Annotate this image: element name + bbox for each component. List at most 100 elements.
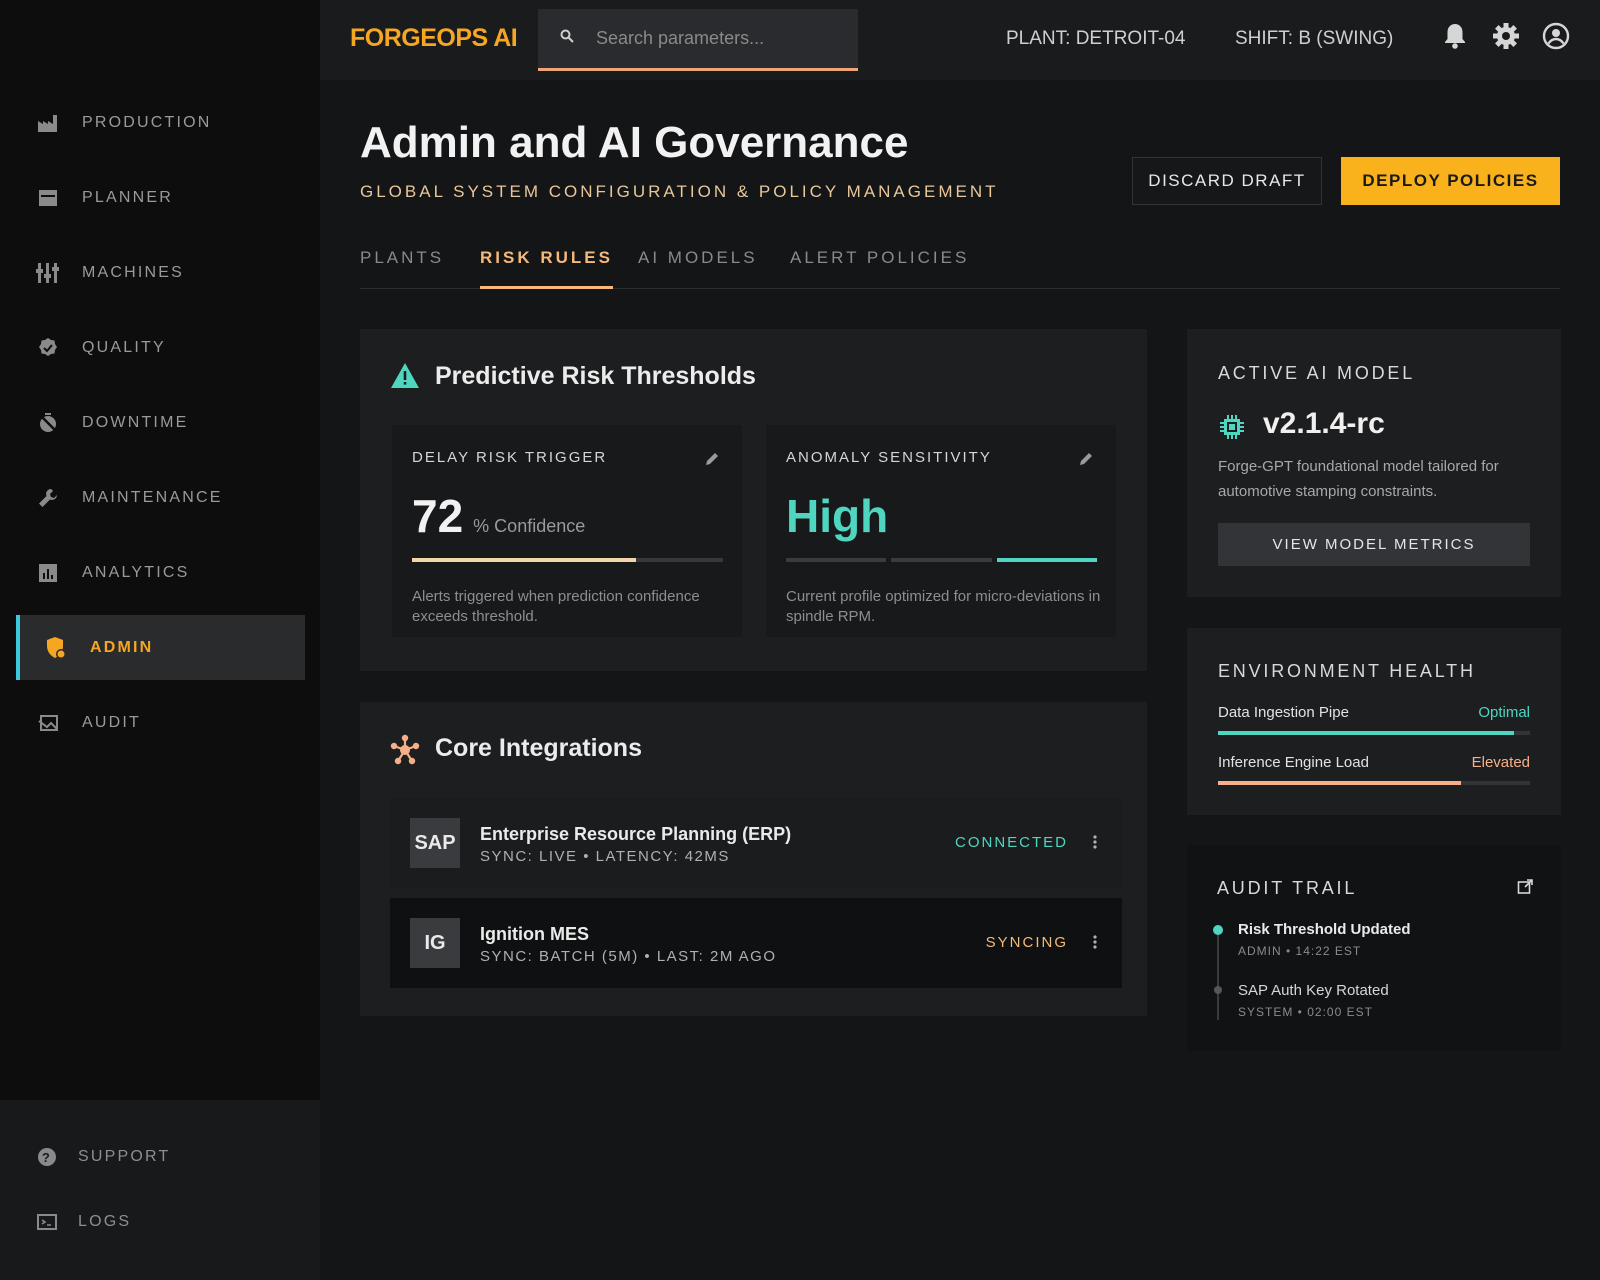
calendar-icon (36, 186, 60, 210)
audit-item-meta: SYSTEM • 02:00 EST (1238, 1005, 1373, 1019)
tab-ai-models[interactable]: AI MODELS (638, 248, 758, 289)
sensitivity-segment[interactable] (891, 558, 992, 562)
sidebar-item-quality[interactable]: QUALITY (16, 315, 305, 380)
ignition-logo: IG (410, 918, 460, 968)
health-bar (1218, 781, 1530, 785)
sidebar-item-label: AUDIT (82, 713, 141, 731)
audit-trail-panel: AUDIT TRAIL Risk Threshold Updated ADMIN… (1187, 845, 1561, 1051)
health-value: Elevated (1471, 754, 1530, 771)
risk-thresholds-panel: Predictive Risk Thresholds DELAY RISK TR… (360, 329, 1147, 671)
model-version: v2.1.4-rc (1263, 407, 1385, 440)
account-icon[interactable] (1542, 22, 1570, 50)
anomaly-sensitivity-card: ANOMALY SENSITIVITY High Current profile… (766, 425, 1116, 637)
anomaly-sensitivity-value: High (786, 490, 889, 542)
health-label: Inference Engine Load (1218, 754, 1369, 771)
sidebar-item-label: MACHINES (82, 263, 185, 281)
card-description: Alerts triggered when prediction confide… (412, 588, 700, 625)
tab-risk-rules[interactable]: RISK RULES (480, 248, 613, 289)
integration-meta: SYNC: LIVE • LATENCY: 42MS (480, 848, 730, 865)
shift-indicator[interactable]: SHIFT: B (SWING) (1235, 28, 1393, 50)
sidebar-item-downtime[interactable]: DOWNTIME (16, 390, 305, 455)
integration-meta: SYNC: BATCH (5M) • LAST: 2M AGO (480, 948, 777, 965)
card-label: ANOMALY SENSITIVITY (786, 449, 992, 466)
sidebar-item-label: ADMIN (90, 638, 154, 656)
pencil-icon[interactable] (1078, 451, 1094, 467)
integration-row-erp[interactable]: SAP Enterprise Resource Planning (ERP) S… (390, 798, 1122, 888)
integration-name: Ignition MES (480, 924, 589, 944)
sidebar-item-machines[interactable]: MACHINES (16, 240, 305, 305)
sidebar-item-label: SUPPORT (78, 1148, 171, 1165)
tab-bar: PLANTS RISK RULES AI MODELS ALERT POLICI… (360, 240, 1560, 289)
bar-chart-icon (36, 561, 60, 585)
sensitivity-segment[interactable] (786, 558, 887, 562)
deploy-policies-button[interactable]: DEPLOY POLICIES (1341, 157, 1560, 205)
audit-item-meta: ADMIN • 14:22 EST (1238, 944, 1362, 958)
sidebar-item-label: PLANNER (82, 188, 173, 206)
timeline-dot (1214, 986, 1222, 994)
panel-title: AUDIT TRAIL (1217, 878, 1358, 898)
health-bar (1218, 731, 1530, 735)
status-badge: SYNCING (985, 934, 1068, 951)
open-external-icon[interactable] (1517, 879, 1533, 900)
panel-title: ACTIVE AI MODEL (1218, 363, 1416, 383)
sidebar-item-logs[interactable]: LOGS (36, 1211, 131, 1233)
page-title: Admin and AI Governance (360, 118, 909, 167)
sidebar-item-audit[interactable]: AUDIT (16, 690, 305, 755)
integrations-hub-icon (389, 734, 421, 771)
help-icon: ? (36, 1146, 58, 1168)
admin-shield-icon (44, 636, 68, 660)
sliders-icon (36, 261, 60, 285)
more-options-icon[interactable] (1092, 832, 1098, 852)
bell-icon[interactable] (1442, 22, 1470, 50)
delay-risk-slider[interactable] (412, 558, 723, 562)
sidebar-item-analytics[interactable]: ANALYTICS (16, 540, 305, 605)
delay-risk-value: 72 (412, 490, 464, 542)
chip-icon (1219, 414, 1245, 445)
card-label: DELAY RISK TRIGGER (412, 449, 608, 466)
panel-title: Core Integrations (435, 734, 642, 762)
sidebar-item-maintenance[interactable]: MAINTENANCE (16, 465, 305, 530)
sidebar-item-label: MAINTENANCE (82, 488, 223, 506)
sidebar-item-planner[interactable]: PLANNER (16, 165, 305, 230)
sap-logo: SAP (410, 818, 460, 868)
audit-icon (36, 711, 60, 735)
more-options-icon[interactable] (1092, 932, 1098, 952)
search-input[interactable] (596, 28, 836, 49)
plant-indicator[interactable]: PLANT: DETROIT-04 (1006, 28, 1186, 50)
warning-icon (390, 362, 420, 394)
timeline-dot-active (1213, 925, 1223, 935)
pencil-icon[interactable] (704, 451, 720, 467)
health-value: Optimal (1478, 704, 1530, 721)
audit-item-title[interactable]: Risk Threshold Updated (1238, 921, 1411, 938)
anomaly-sensitivity-selector[interactable] (786, 558, 1097, 562)
sidebar-item-production[interactable]: PRODUCTION (16, 90, 305, 155)
delay-risk-card: DELAY RISK TRIGGER 72 % Confidence Alert… (392, 425, 742, 637)
top-bar: FORGEOPS AI PLANT: DETROIT-04 SHIFT: B (… (320, 0, 1600, 80)
timer-off-icon (36, 411, 60, 435)
sidebar-item-label: PRODUCTION (82, 113, 212, 131)
search-box[interactable] (538, 9, 858, 71)
gear-icon[interactable] (1492, 22, 1520, 50)
integration-row-mes[interactable]: IG Ignition MES SYNC: BATCH (5M) • LAST:… (390, 898, 1122, 988)
audit-item-title[interactable]: SAP Auth Key Rotated (1238, 982, 1389, 999)
discard-draft-button[interactable]: DISCARD DRAFT (1132, 157, 1322, 205)
sidebar-item-admin[interactable]: ADMIN (16, 615, 305, 680)
terminal-icon (36, 1211, 58, 1233)
model-description: Forge-GPT foundational model tailored fo… (1218, 458, 1499, 500)
sidebar-item-label: LOGS (78, 1213, 132, 1230)
integrations-panel: Core Integrations SAP Enterprise Resourc… (360, 702, 1147, 1016)
tab-plants[interactable]: PLANTS (360, 248, 444, 289)
integration-name: Enterprise Resource Planning (ERP) (480, 824, 792, 844)
timeline-line (1217, 935, 1219, 1020)
brand-logo: FORGEOPS AI (350, 24, 518, 52)
sidebar-item-support[interactable]: ? SUPPORT (36, 1146, 170, 1168)
sidebar: PRODUCTION PLANNER MACHINES QUALITY DOWN… (0, 0, 320, 1280)
tab-alert-policies[interactable]: ALERT POLICIES (790, 248, 969, 289)
factory-icon (36, 111, 60, 135)
sensitivity-segment[interactable] (996, 558, 1097, 562)
search-icon (560, 29, 574, 48)
status-badge: CONNECTED (954, 834, 1068, 851)
health-bar-fill (1218, 781, 1462, 785)
health-label: Data Ingestion Pipe (1218, 704, 1349, 721)
view-model-metrics-button[interactable]: VIEW MODEL METRICS (1218, 523, 1530, 566)
